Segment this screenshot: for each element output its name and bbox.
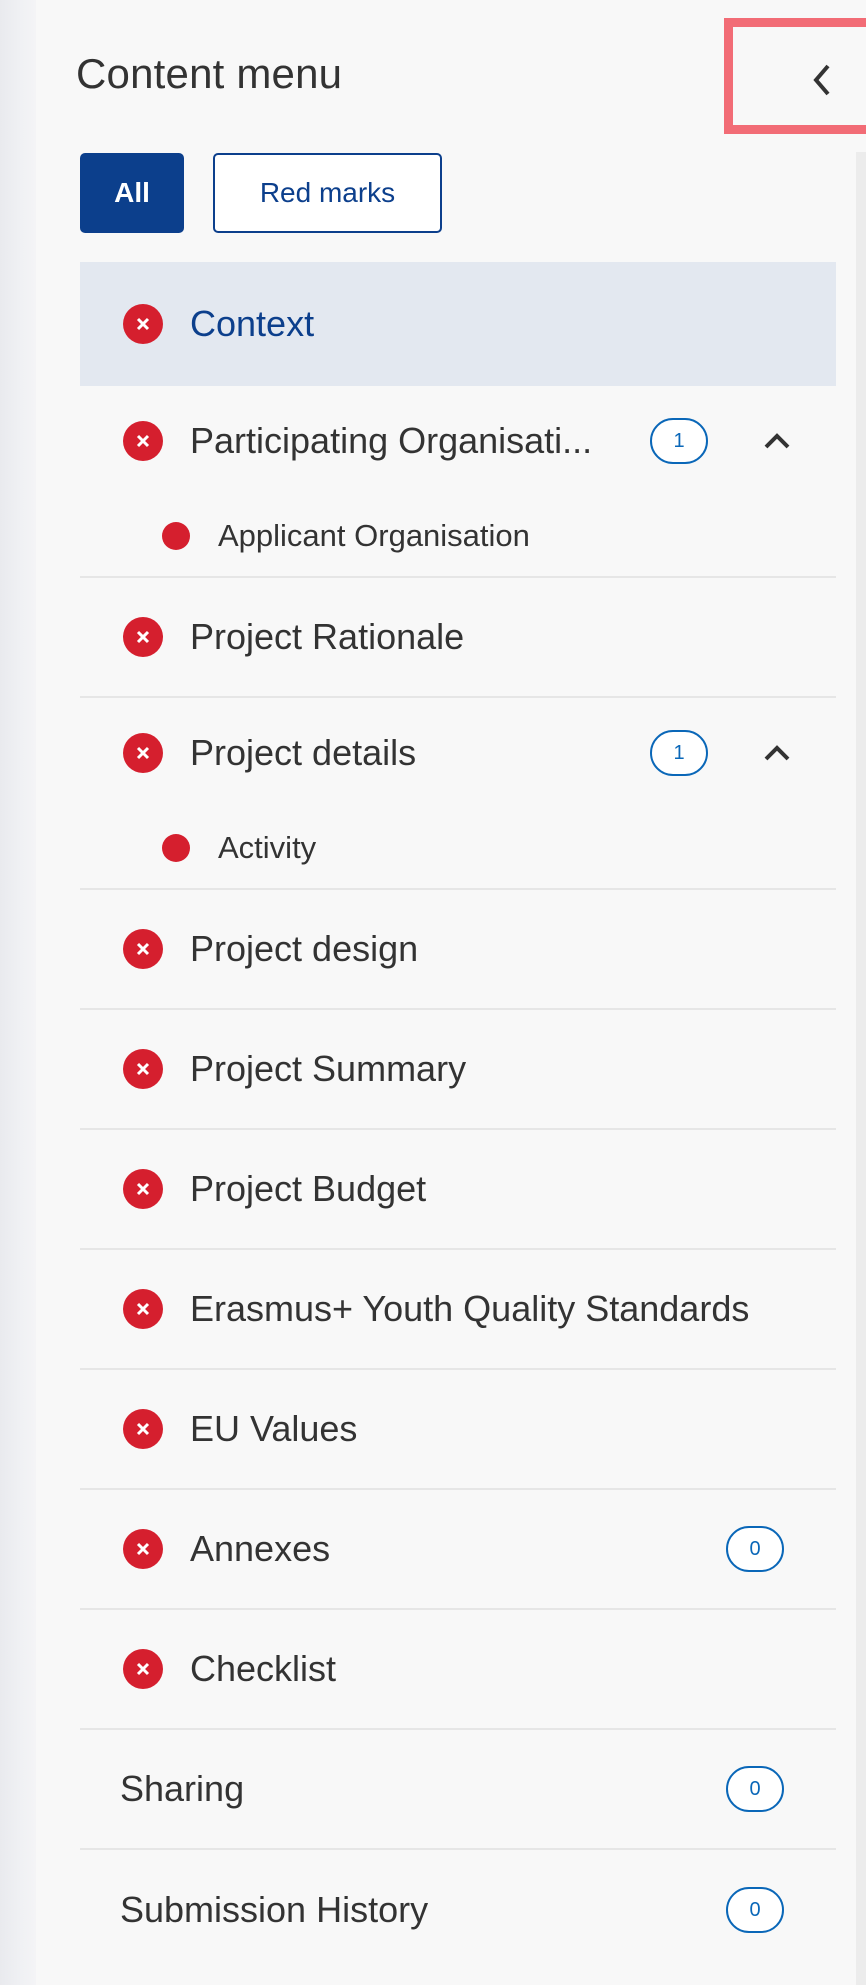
menu-item-project-rationale[interactable]: Project Rationale xyxy=(80,578,836,698)
menu-item-label: Project Rationale xyxy=(190,616,465,657)
error-x-icon xyxy=(123,1529,163,1569)
filter-all-button[interactable]: All xyxy=(80,153,184,233)
menu-item-label: Submission History xyxy=(120,1889,429,1930)
chevron-up-icon[interactable] xyxy=(762,743,792,763)
count-badge: 1 xyxy=(650,730,708,776)
panel-shadow xyxy=(0,0,36,1985)
menu-item-context[interactable]: Context xyxy=(80,262,836,386)
error-x-icon xyxy=(123,1649,163,1689)
chevron-up-icon[interactable] xyxy=(762,431,792,451)
error-x-icon xyxy=(123,1169,163,1209)
menu-item-project-summary[interactable]: Project Summary xyxy=(80,1010,836,1130)
error-x-icon xyxy=(123,1289,163,1329)
menu-item-project-budget[interactable]: Project Budget xyxy=(80,1130,836,1250)
error-x-icon xyxy=(123,421,163,461)
menu-item-label: Sharing xyxy=(120,1768,245,1809)
menu-item-eu-values[interactable]: EU Values xyxy=(80,1370,836,1490)
error-x-icon xyxy=(123,1409,163,1449)
menu-item-submission-history[interactable]: Submission History 0 xyxy=(80,1850,836,1970)
count-badge: 0 xyxy=(726,1887,784,1933)
submenu-item-label: Activity xyxy=(218,830,317,865)
count-badge: 1 xyxy=(650,418,708,464)
error-x-icon xyxy=(123,1049,163,1089)
submenu-item-activity[interactable]: Activity xyxy=(80,808,836,890)
collapse-button-highlight[interactable] xyxy=(724,18,866,134)
menu-item-label: Participating Organisati... xyxy=(190,420,593,461)
chevron-left-icon[interactable] xyxy=(810,60,834,100)
menu-item-label: Project details xyxy=(190,732,417,773)
error-x-icon xyxy=(123,929,163,969)
menu-item-checklist[interactable]: Checklist xyxy=(80,1610,836,1730)
menu-item-sharing[interactable]: Sharing 0 xyxy=(80,1730,836,1850)
menu-item-label: Project Budget xyxy=(190,1168,427,1209)
count-badge: 0 xyxy=(726,1766,784,1812)
red-dot-icon xyxy=(162,834,190,862)
content-menu-list: Context Participating Organisati... 1 Ap… xyxy=(80,262,836,1970)
error-x-icon xyxy=(123,733,163,773)
menu-item-label: EU Values xyxy=(190,1408,358,1449)
submenu-item-label: Applicant Organisation xyxy=(218,518,530,553)
error-x-icon xyxy=(123,304,163,344)
content-menu-page: Content menu All Red marks Context Parti… xyxy=(0,0,866,1985)
error-x-icon xyxy=(123,617,163,657)
menu-item-label: Annexes xyxy=(190,1528,331,1569)
menu-item-label: Context xyxy=(190,303,315,344)
menu-item-annexes[interactable]: Annexes 0 xyxy=(80,1490,836,1610)
panel-title: Content menu xyxy=(76,50,343,97)
menu-item-label: Checklist xyxy=(190,1648,337,1689)
menu-item-project-design[interactable]: Project design xyxy=(80,890,836,1010)
menu-item-participating-organisations[interactable]: Participating Organisati... 1 xyxy=(80,386,836,496)
filter-red-marks-button[interactable]: Red marks xyxy=(213,153,442,233)
menu-item-project-details[interactable]: Project details 1 xyxy=(80,698,836,808)
submenu-item-applicant-organisation[interactable]: Applicant Organisation xyxy=(80,496,836,578)
count-badge: 0 xyxy=(726,1526,784,1572)
menu-item-erasmus-youth-quality-standards[interactable]: Erasmus+ Youth Quality Standards xyxy=(80,1250,836,1370)
menu-item-label: Erasmus+ Youth Quality Standards xyxy=(190,1288,750,1329)
menu-item-label: Project Summary xyxy=(190,1048,467,1089)
menu-item-label: Project design xyxy=(190,928,419,969)
red-dot-icon xyxy=(162,522,190,550)
scrollbar[interactable] xyxy=(856,152,866,1985)
